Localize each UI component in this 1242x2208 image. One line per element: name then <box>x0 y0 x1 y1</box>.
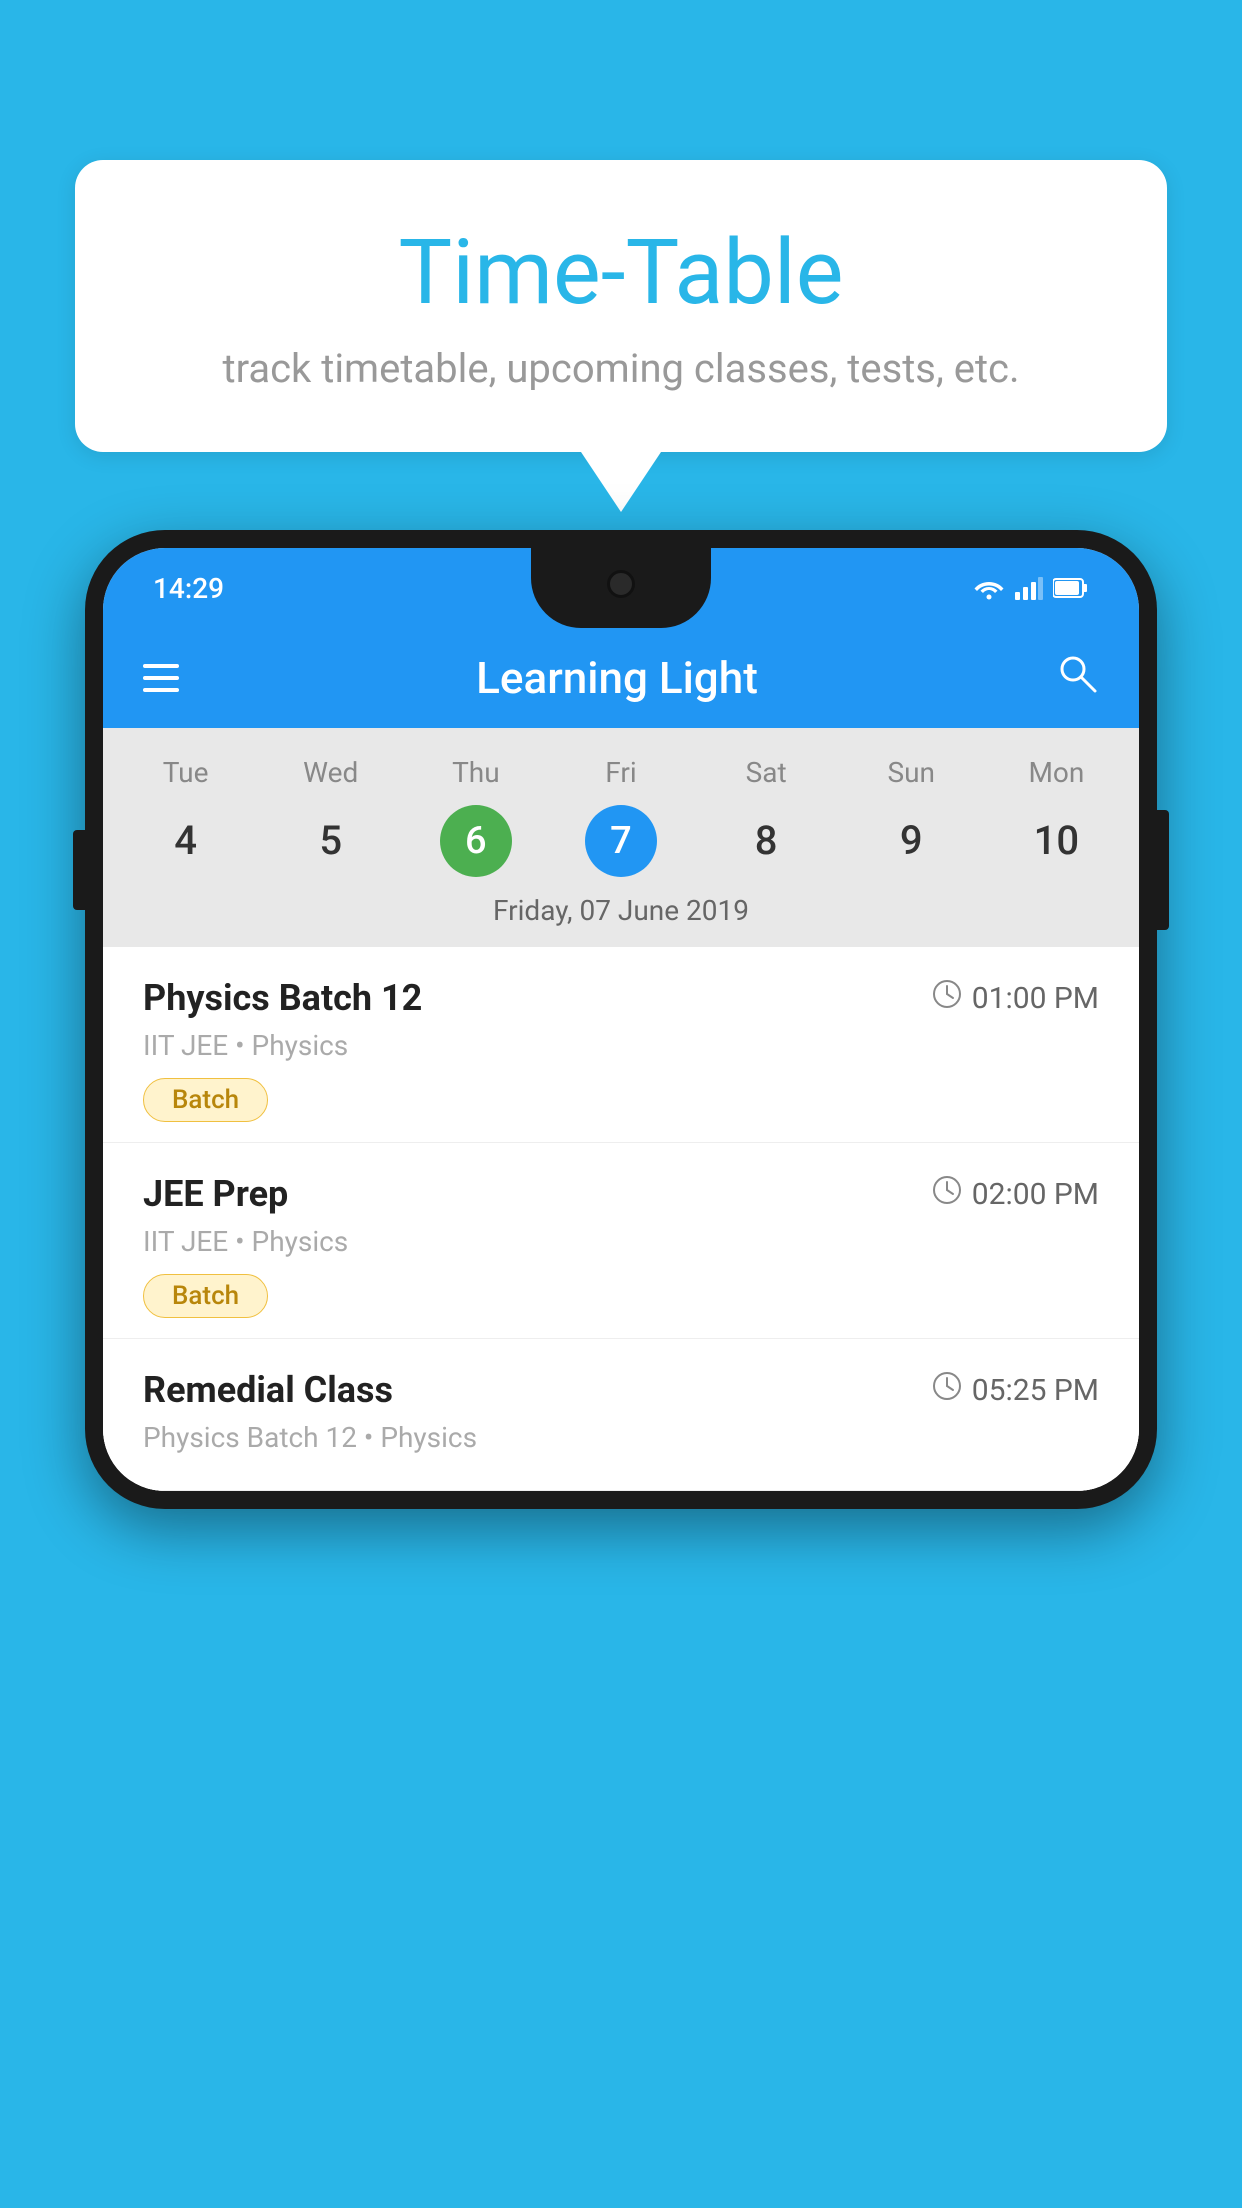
camera-notch <box>607 570 635 598</box>
schedule-item-2-header: JEE Prep 02:00 PM <box>143 1173 1099 1215</box>
day-header-wed: Wed <box>258 748 403 797</box>
bubble-tail <box>581 452 661 512</box>
day-8[interactable]: 8 <box>694 801 839 880</box>
day-numbers: 4 5 6 7 8 9 10 <box>103 801 1139 880</box>
signal-icon <box>1015 576 1043 600</box>
clock-icon-2 <box>932 1175 962 1213</box>
day-header-thu: Thu <box>403 748 548 797</box>
schedule-list: Physics Batch 12 01:00 PM <box>103 947 1139 1491</box>
day-header-sat: Sat <box>694 748 839 797</box>
phone-outer: 14:29 <box>85 530 1157 1509</box>
schedule-item-3-meta: Physics Batch 12 • Physics <box>143 1421 1099 1454</box>
schedule-item-2[interactable]: JEE Prep 02:00 PM <box>103 1143 1139 1339</box>
day-headers: Tue Wed Thu Fri Sat Sun Mon <box>103 748 1139 797</box>
day-9[interactable]: 9 <box>839 801 984 880</box>
app-header: Learning Light <box>103 628 1139 728</box>
calendar-week: Tue Wed Thu Fri Sat Sun Mon 4 5 6 7 8 9 … <box>103 728 1139 947</box>
schedule-item-1-header: Physics Batch 12 01:00 PM <box>143 977 1099 1019</box>
schedule-item-3-title: Remedial Class <box>143 1369 393 1411</box>
schedule-item-1-time: 01:00 PM <box>932 979 1099 1017</box>
schedule-item-1-title: Physics Batch 12 <box>143 977 422 1019</box>
clock-icon-3 <box>932 1371 962 1409</box>
day-4[interactable]: 4 <box>113 801 258 880</box>
battery-icon <box>1053 576 1089 600</box>
schedule-item-2-time: 02:00 PM <box>932 1175 1099 1213</box>
schedule-item-1-meta: IIT JEE • Physics <box>143 1029 1099 1062</box>
schedule-item-1-badge: Batch <box>143 1078 268 1122</box>
day-10[interactable]: 10 <box>984 801 1129 880</box>
clock-icon-1 <box>932 979 962 1017</box>
schedule-item-3-time: 05:25 PM <box>932 1371 1099 1409</box>
bubble-title: Time-Table <box>155 220 1087 325</box>
speech-bubble-section: Time-Table track timetable, upcoming cla… <box>75 160 1167 512</box>
status-bar: 14:29 <box>103 548 1139 628</box>
day-header-tue: Tue <box>113 748 258 797</box>
day-5[interactable]: 5 <box>258 801 403 880</box>
selected-date-label: Friday, 07 June 2019 <box>103 880 1139 947</box>
schedule-item-3-header: Remedial Class 05:25 PM <box>143 1369 1099 1411</box>
bubble-subtitle: track timetable, upcoming classes, tests… <box>155 345 1087 392</box>
app-title: Learning Light <box>209 652 1025 704</box>
day-7-selected[interactable]: 7 <box>585 805 657 877</box>
day-header-mon: Mon <box>984 748 1129 797</box>
search-button[interactable] <box>1055 651 1099 705</box>
speech-bubble-card: Time-Table track timetable, upcoming cla… <box>75 160 1167 452</box>
day-6-today[interactable]: 6 <box>440 805 512 877</box>
phone-screen: 14:29 <box>103 548 1139 1491</box>
phone-wrapper: 14:29 <box>85 530 1157 2208</box>
day-header-sun: Sun <box>839 748 984 797</box>
schedule-item-1[interactable]: Physics Batch 12 01:00 PM <box>103 947 1139 1143</box>
status-time: 14:29 <box>153 572 224 605</box>
schedule-item-2-badge: Batch <box>143 1274 268 1318</box>
day-header-fri: Fri <box>548 748 693 797</box>
hamburger-menu[interactable] <box>143 664 179 692</box>
schedule-item-2-meta: IIT JEE • Physics <box>143 1225 1099 1258</box>
status-icons <box>973 576 1089 600</box>
schedule-item-2-title: JEE Prep <box>143 1173 288 1215</box>
wifi-icon <box>973 576 1005 600</box>
schedule-item-3[interactable]: Remedial Class 05:25 PM <box>103 1339 1139 1491</box>
